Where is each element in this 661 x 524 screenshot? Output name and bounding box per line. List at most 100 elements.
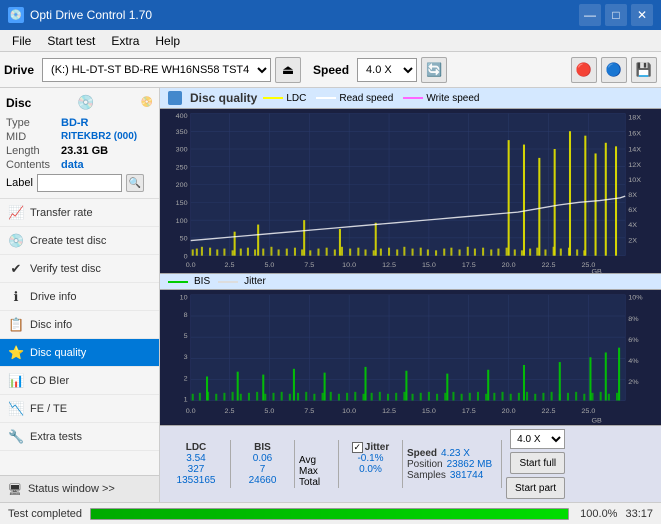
jitter-label: Jitter (244, 276, 266, 287)
svg-text:8%: 8% (628, 316, 638, 323)
label-button[interactable]: 🔍 (126, 174, 144, 192)
svg-text:16X: 16X (628, 131, 641, 137)
samples-label: Samples (407, 470, 446, 481)
sep1 (230, 440, 231, 488)
sep3 (338, 440, 339, 488)
chart2-legend-bar: BIS Jitter (160, 273, 661, 290)
svg-text:4%: 4% (628, 359, 638, 366)
status-window-label: Status window >> (28, 483, 115, 495)
svg-text:17.5: 17.5 (462, 409, 476, 416)
drive-label: Drive (4, 63, 34, 77)
disc-icon: 💿 (77, 94, 94, 111)
statusbar: Test completed 100.0% 33:17 (0, 502, 661, 524)
svg-text:17.5: 17.5 (462, 263, 476, 269)
tool-btn-2[interactable]: 🔵 (601, 57, 627, 83)
status-text: Test completed (8, 508, 82, 520)
label-input[interactable] (37, 174, 122, 192)
start-part-button[interactable]: Start part (506, 477, 565, 499)
cd-bler-icon: 📊 (8, 373, 24, 389)
samples-row: Samples 381744 (407, 470, 497, 481)
svg-text:300: 300 (176, 147, 188, 153)
svg-text:200: 200 (176, 183, 188, 189)
bis-color (168, 281, 188, 283)
minimize-button[interactable]: — (579, 4, 601, 26)
nav-create-test-disc[interactable]: 💿 Create test disc (0, 227, 159, 255)
jitter-header-row: ✓ Jitter (352, 442, 389, 453)
total-label: Total (299, 477, 334, 488)
bis-max: 7 (260, 464, 266, 475)
jitter-avg: -0.1% (357, 453, 383, 464)
nav-extra-tests[interactable]: 🔧 Extra tests (0, 423, 159, 451)
avg-label: Avg (299, 455, 334, 466)
nav-verify-test-disc[interactable]: ✔ Verify test disc (0, 255, 159, 283)
svg-text:22.5: 22.5 (542, 409, 556, 416)
legend-ldc: LDC (263, 93, 306, 104)
position-val: 23862 MB (447, 459, 493, 470)
speed-select[interactable]: 4.0 X (357, 58, 417, 82)
eject-button[interactable]: ⏏ (275, 57, 301, 83)
disc-section: Disc 💿 📀 Type BD-R MID RITEKBR2 (000) Le… (0, 88, 159, 199)
status-window-item[interactable]: 🖥 Status window >> (0, 476, 159, 502)
nav-cd-bler[interactable]: 📊 CD BIer (0, 367, 159, 395)
nav-transfer-rate[interactable]: 📈 Transfer rate (0, 199, 159, 227)
sep2 (294, 440, 295, 488)
sep5 (501, 440, 502, 488)
svg-text:10.0: 10.0 (342, 263, 356, 269)
chart2-container: 1 2 3 5 8 10 10% 8% 6% 4% 2% 0.0 2.5 (160, 290, 661, 425)
svg-text:20.0: 20.0 (502, 409, 516, 416)
close-button[interactable]: ✕ (631, 4, 653, 26)
samples-val: 381744 (450, 470, 483, 481)
bis-total: 24660 (249, 475, 277, 486)
menu-help[interactable]: Help (147, 32, 188, 50)
ldc-color (263, 97, 283, 99)
progress-bar-fill (91, 509, 568, 519)
nav-transfer-rate-label: Transfer rate (30, 207, 93, 219)
svg-text:7.5: 7.5 (304, 263, 314, 269)
nav-fe-te[interactable]: 📉 FE / TE (0, 395, 159, 423)
start-full-button[interactable]: Start full (510, 452, 565, 474)
svg-text:12.5: 12.5 (382, 409, 396, 416)
svg-text:GB: GB (591, 269, 602, 274)
svg-text:0.0: 0.0 (186, 409, 196, 416)
svg-text:1: 1 (184, 397, 188, 404)
svg-text:6X: 6X (628, 207, 637, 213)
nav-disc-quality[interactable]: ⭐ Disc quality (0, 339, 159, 367)
charts-area: 0 50 100 150 200 250 300 350 400 18X 16X… (160, 109, 661, 502)
titlebar: 💿 Opti Drive Control 1.70 — □ ✕ (0, 0, 661, 30)
disc-type-row: Type BD-R (6, 117, 153, 129)
ldc-label: LDC (286, 93, 306, 104)
transfer-rate-icon: 📈 (8, 205, 24, 221)
svg-text:10.0: 10.0 (342, 409, 356, 416)
tool-btn-1[interactable]: 🔴 (571, 57, 597, 83)
svg-text:18X: 18X (628, 115, 641, 121)
save-button[interactable]: 💾 (631, 57, 657, 83)
refresh-button[interactable]: 🔄 (421, 57, 447, 83)
main-area: Disc 💿 📀 Type BD-R MID RITEKBR2 (000) Le… (0, 88, 661, 502)
chart1-svg: 0 50 100 150 200 250 300 350 400 18X 16X… (160, 109, 661, 273)
disc-title: Disc (6, 96, 31, 110)
speed-dropdown[interactable]: 4.0 X (510, 429, 565, 449)
disc-label-row: Label 🔍 (6, 174, 153, 192)
nav-disc-quality-label: Disc quality (30, 347, 86, 359)
nav-cd-bler-label: CD BIer (30, 375, 69, 387)
nav-drive-info[interactable]: ℹ Drive info (0, 283, 159, 311)
disc-info-icon: 📋 (8, 317, 24, 333)
svg-text:100: 100 (176, 218, 188, 224)
jitter-checkbox[interactable]: ✓ (352, 442, 363, 453)
bis-header: BIS (254, 442, 271, 453)
titlebar-controls: — □ ✕ (579, 4, 653, 26)
svg-text:4X: 4X (628, 223, 637, 229)
contents-value: data (61, 159, 84, 171)
menu-extra[interactable]: Extra (103, 32, 147, 50)
menu-start-test[interactable]: Start test (39, 32, 103, 50)
svg-text:2%: 2% (628, 380, 638, 387)
nav-disc-info[interactable]: 📋 Disc info (0, 311, 159, 339)
maximize-button[interactable]: □ (605, 4, 627, 26)
chart2-svg: 1 2 3 5 8 10 10% 8% 6% 4% 2% 0.0 2.5 (160, 290, 661, 425)
svg-text:12.5: 12.5 (382, 263, 396, 269)
create-test-disc-icon: 💿 (8, 233, 24, 249)
ldc-max: 327 (188, 464, 205, 475)
bis-avg: 0.06 (253, 453, 272, 464)
menu-file[interactable]: File (4, 32, 39, 50)
drive-select[interactable]: (K:) HL-DT-ST BD-RE WH16NS58 TST4 (42, 58, 271, 82)
